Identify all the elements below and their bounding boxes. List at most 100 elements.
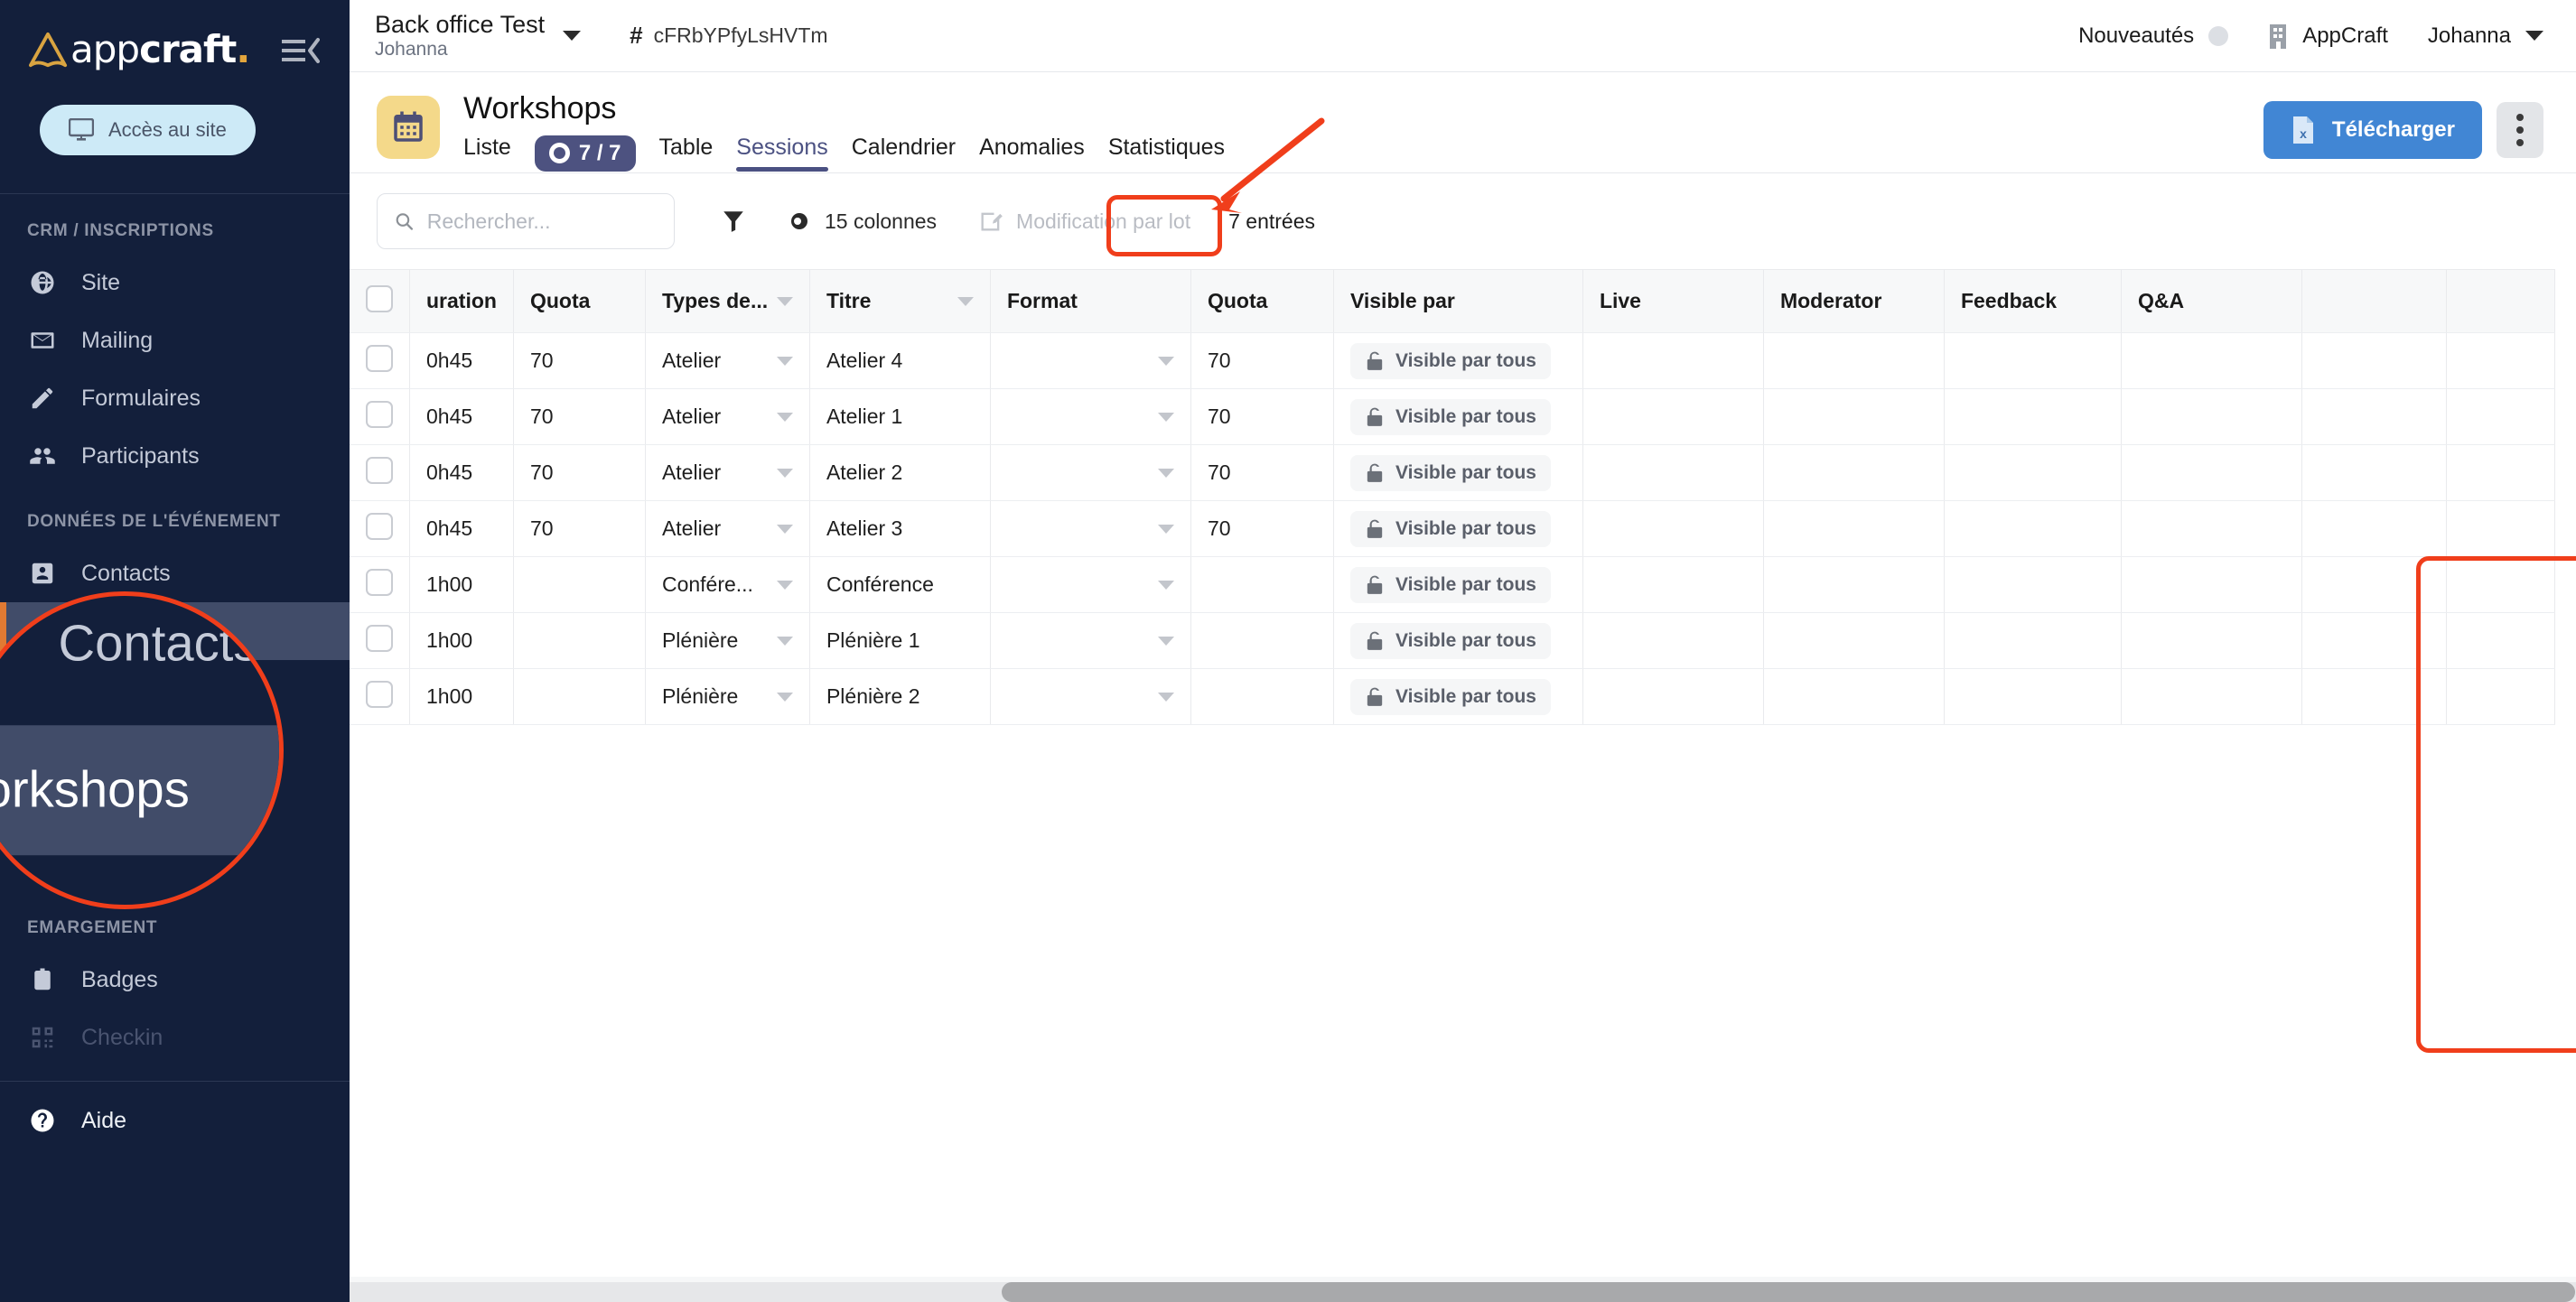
col-header-live[interactable]: Live — [1582, 269, 1764, 333]
chevron-down-icon[interactable] — [776, 692, 793, 702]
col-header-titre[interactable]: Titre — [809, 269, 991, 333]
sidebar-item-checkin[interactable]: Checkin — [0, 1009, 350, 1066]
cell-visible[interactable]: Visible par tous — [1333, 668, 1583, 725]
chevron-down-icon[interactable] — [1157, 692, 1174, 702]
download-button[interactable]: x Télécharger — [2263, 101, 2482, 159]
event-code[interactable]: # cFRbYPfyLsHVTm — [630, 22, 827, 50]
sidebar-item-pages[interactable]: Pages — [0, 776, 350, 833]
user-menu[interactable]: Johanna — [2428, 23, 2543, 49]
cell-typesde[interactable]: Atelier — [645, 332, 810, 389]
horizontal-scrollbar[interactable] — [350, 1277, 2576, 1302]
table-row[interactable]: 1h00 Plénière Plénière 1 Visible par tou… — [350, 612, 2555, 669]
chevron-down-icon[interactable] — [776, 580, 793, 590]
sidebar-item-formulaires[interactable]: Formulaires — [0, 369, 350, 427]
cell-format[interactable] — [990, 556, 1191, 613]
row-select-cell[interactable] — [350, 612, 410, 669]
appcraft-logo[interactable]: appcraft. — [27, 27, 250, 73]
nouveautes-button[interactable]: Nouveautés — [2078, 23, 2229, 49]
row-checkbox[interactable] — [366, 400, 393, 428]
select-all-header[interactable] — [350, 269, 410, 333]
sidebar-item-badges[interactable]: Badges — [0, 951, 350, 1009]
cell-typesde[interactable]: Plénière — [645, 668, 810, 725]
batch-edit-button[interactable]: Modification par lot — [978, 209, 1190, 234]
tab-sessions[interactable]: Sessions — [736, 135, 829, 172]
col-header-qa[interactable]: Q&A — [2121, 269, 2302, 333]
cell-typesde[interactable]: Confére... — [645, 556, 810, 613]
chevron-down-icon[interactable] — [1157, 356, 1174, 366]
more-options-button[interactable] — [2497, 102, 2543, 158]
search-box[interactable] — [377, 193, 675, 249]
table-row[interactable]: 1h00 Plénière Plénière 2 Visible par tou… — [350, 668, 2555, 725]
col-header-typesde[interactable]: Types de... — [645, 269, 810, 333]
cell-visible[interactable]: Visible par tous — [1333, 500, 1583, 557]
cell-typesde[interactable]: Atelier — [645, 500, 810, 557]
cell-typesde[interactable]: Atelier — [645, 444, 810, 501]
row-checkbox[interactable] — [366, 680, 393, 708]
tab-liste[interactable]: Liste — [463, 135, 511, 172]
col-header-visible[interactable]: Visible par — [1333, 269, 1583, 333]
col-header-moderator[interactable]: Moderator — [1763, 269, 1945, 333]
cell-visible[interactable]: Visible par tous — [1333, 444, 1583, 501]
search-input[interactable] — [426, 209, 658, 234]
table-scroll-area[interactable]: uration Quota Types de... Titre Format Q… — [350, 269, 2576, 1302]
cell-format[interactable] — [990, 388, 1191, 445]
chevron-down-icon[interactable] — [776, 296, 793, 306]
cell-format[interactable] — [990, 612, 1191, 669]
tab-calendrier[interactable]: Calendrier — [852, 135, 956, 172]
sidebar-item-apercu[interactable]: Aperçu — [0, 718, 350, 776]
sidebar-item-contacts[interactable]: Contacts — [0, 544, 350, 602]
chevron-down-icon[interactable] — [1157, 524, 1174, 534]
row-select-cell[interactable] — [350, 332, 410, 389]
table-row[interactable]: 1h00 Confére... Conférence Visible par t… — [350, 556, 2555, 613]
col-header-duration[interactable]: uration — [409, 269, 514, 333]
chevron-down-icon[interactable] — [776, 468, 793, 478]
table-row[interactable]: 0h45 70 Atelier Atelier 3 70 Visible par… — [350, 500, 2555, 557]
table-row[interactable]: 0h45 70 Atelier Atelier 1 70 Visible par… — [350, 388, 2555, 445]
cell-visible[interactable]: Visible par tous — [1333, 332, 1583, 389]
chevron-down-icon[interactable] — [1157, 468, 1174, 478]
collapse-sidebar-icon[interactable] — [282, 35, 321, 66]
sidebar-item-participants[interactable]: Participants — [0, 427, 350, 485]
cell-visible[interactable]: Visible par tous — [1333, 388, 1583, 445]
chevron-down-icon[interactable] — [1157, 412, 1174, 422]
access-site-button[interactable]: Accès au site — [40, 105, 256, 155]
chevron-down-icon[interactable] — [776, 636, 793, 646]
cell-format[interactable] — [990, 668, 1191, 725]
cell-visible[interactable]: Visible par tous — [1333, 556, 1583, 613]
filter-button[interactable] — [722, 209, 745, 234]
chevron-down-icon[interactable] — [776, 412, 793, 422]
chevron-down-icon[interactable] — [1157, 636, 1174, 646]
tab-table[interactable]: Table — [659, 135, 714, 172]
col-header-format[interactable]: Format — [990, 269, 1191, 333]
row-checkbox[interactable] — [366, 344, 393, 372]
row-checkbox[interactable] — [366, 568, 393, 596]
sidebar-item-aide[interactable]: Aide — [0, 1082, 350, 1136]
sidebar-item-personnes[interactable]: Personnes — [0, 660, 350, 718]
cell-format[interactable] — [990, 444, 1191, 501]
cell-format[interactable] — [990, 500, 1191, 557]
chevron-down-icon[interactable] — [957, 296, 974, 306]
tab-statistiques[interactable]: Statistiques — [1108, 135, 1225, 172]
table-row[interactable]: 0h45 70 Atelier Atelier 2 70 Visible par… — [350, 444, 2555, 501]
row-checkbox[interactable] — [366, 624, 393, 652]
col-header-extra1[interactable] — [2301, 269, 2447, 333]
row-select-cell[interactable] — [350, 500, 410, 557]
chevron-down-icon[interactable] — [776, 356, 793, 366]
row-checkbox[interactable] — [366, 512, 393, 540]
event-selector[interactable]: Back office Test Johanna — [375, 11, 582, 60]
cell-typesde[interactable]: Plénière — [645, 612, 810, 669]
tab-anomalies[interactable]: Anomalies — [979, 135, 1085, 172]
cell-typesde[interactable]: Atelier — [645, 388, 810, 445]
row-select-cell[interactable] — [350, 668, 410, 725]
sidebar-item-workshops[interactable]: Workshops — [0, 602, 350, 660]
organisation-selector[interactable]: AppCraft — [2268, 23, 2388, 50]
sidebar-item-site[interactable]: Site — [0, 254, 350, 312]
cell-format[interactable] — [990, 332, 1191, 389]
chevron-down-icon[interactable] — [1157, 580, 1174, 590]
row-select-cell[interactable] — [350, 444, 410, 501]
sidebar-item-config[interactable]: Config — [0, 833, 350, 891]
table-row[interactable]: 0h45 70 Atelier Atelier 4 70 Visible par… — [350, 332, 2555, 389]
col-header-extra2[interactable] — [2446, 269, 2555, 333]
row-select-cell[interactable] — [350, 556, 410, 613]
row-checkbox[interactable] — [366, 456, 393, 484]
